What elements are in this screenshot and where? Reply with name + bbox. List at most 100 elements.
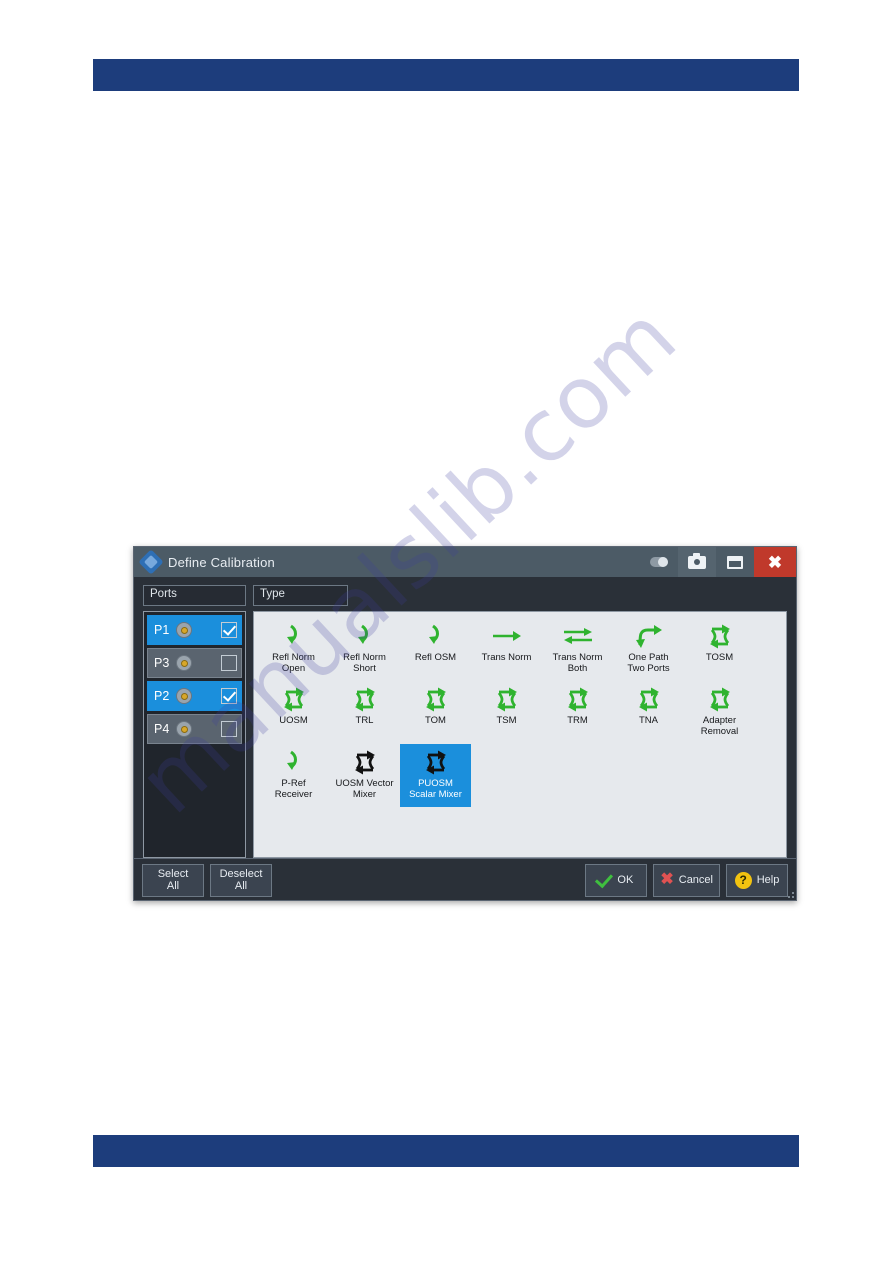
question-mark-icon: ? [734, 871, 752, 889]
page-footer-band [93, 1135, 799, 1167]
panes: P1 P3 P2 P4 Refl Norm Open Refl Norm Short Refl… [143, 611, 787, 858]
help-button[interactable]: ? Help [726, 863, 788, 897]
reflection-arrow-icon [284, 748, 304, 776]
cal-type-label: P-Ref Receiver [274, 778, 313, 800]
port-label: P4 [154, 722, 170, 736]
cal-type-refl-osm[interactable]: Refl OSM [400, 618, 471, 681]
calibration-type-row: Refl Norm Open Refl Norm Short Refl OSM Trans… [258, 618, 782, 681]
type-label: Type [253, 585, 348, 606]
port-checkbox[interactable] [221, 655, 237, 671]
cal-type-label: TOM [425, 715, 446, 726]
calibration-type-row: P-Ref Receiver UOSM Vector Mixer PUOSM Scalar… [258, 744, 782, 807]
cal-type-one-path-two-ports[interactable]: One Path Two Ports [613, 618, 684, 681]
cal-type-adapter-removal[interactable]: Adapter Removal [684, 681, 755, 744]
cal-type-trm[interactable]: TRM [542, 681, 613, 744]
cal-type-trl[interactable]: TRL [329, 681, 400, 744]
cal-type-label: TNA [639, 715, 658, 726]
cal-type-label: Refl OSM [414, 652, 457, 663]
two-port-loop-icon [423, 685, 449, 713]
two-port-loop-icon [636, 685, 662, 713]
dialog-footer: Select All Deselect All OK ✖ Cancel ? Help [134, 858, 796, 901]
port-row-p1[interactable]: P1 [147, 615, 242, 645]
restore-window-icon[interactable] [716, 547, 754, 577]
two-port-loop-icon [352, 685, 378, 713]
cal-type-refl-norm-open[interactable]: Refl Norm Open [258, 618, 329, 681]
dialog-title: Define Calibration [168, 554, 275, 570]
port-row-p4[interactable]: P4 [147, 714, 242, 744]
pane-labels: Ports Type [143, 585, 787, 606]
cal-type-tna[interactable]: TNA [613, 681, 684, 744]
cal-type-label: Trans Norm [481, 652, 532, 663]
cal-type-tom[interactable]: TOM [400, 681, 471, 744]
dialog-titlebar: Define Calibration ✖ [134, 547, 796, 577]
cal-type-label: TRL [355, 715, 374, 726]
toggle-pill-icon[interactable] [640, 547, 678, 577]
page-header-band [93, 59, 799, 91]
cal-type-label: TSM [496, 715, 517, 726]
cal-type-label: TRM [567, 715, 588, 726]
reflection-arrow-icon [284, 622, 304, 650]
cal-type-p-ref-receiver[interactable]: P-Ref Receiver [258, 744, 329, 807]
cal-type-tosm[interactable]: TOSM [684, 618, 755, 681]
ports-list: P1 P3 P2 P4 [143, 611, 246, 858]
dialog-body: Ports Type P1 P3 P2 P4 Refl Norm Open Refl No… [134, 577, 796, 858]
cal-type-label: Refl Norm Short [343, 652, 386, 674]
cal-type-label: Refl Norm Open [272, 652, 315, 674]
two-port-loop-icon [423, 748, 449, 776]
cal-type-puosm-scalar-mixer[interactable]: PUOSM Scalar Mixer [400, 744, 471, 807]
port-label: P2 [154, 689, 170, 703]
coax-connector-icon [176, 688, 192, 704]
cal-type-uosm[interactable]: UOSM [258, 681, 329, 744]
cal-type-trans-norm-both[interactable]: Trans Norm Both [542, 618, 613, 681]
cross-icon: ✖ [660, 871, 674, 888]
cal-type-tsm[interactable]: TSM [471, 681, 542, 744]
coax-connector-icon [176, 622, 192, 638]
right-arrow-icon [491, 622, 523, 650]
cal-type-label: Trans Norm Both [552, 652, 603, 674]
port-label: P3 [154, 656, 170, 670]
bidirectional-arrows-icon [562, 622, 594, 650]
close-x-icon[interactable]: ✖ [754, 547, 796, 577]
cal-type-label: UOSM Vector Mixer [335, 778, 394, 800]
two-port-loop-icon [281, 685, 307, 713]
two-port-loop-icon [707, 622, 733, 650]
rohde-schwarz-logo-icon [138, 549, 164, 575]
deselect-all-button[interactable]: Deselect All [210, 863, 272, 897]
titlebar-buttons: ✖ [640, 547, 796, 577]
cal-type-label: Adapter Removal [700, 715, 739, 737]
two-port-loop-icon [707, 685, 733, 713]
two-port-loop-icon [494, 685, 520, 713]
cancel-button-label: Cancel [678, 874, 713, 886]
port-checkbox[interactable] [221, 622, 237, 638]
cancel-button[interactable]: ✖ Cancel [653, 863, 720, 897]
calibration-type-row: UOSM TRL TOM TSM TRM TNA Adapter Removal [258, 681, 782, 744]
two-port-loop-icon [352, 748, 378, 776]
select-all-button[interactable]: Select All [142, 863, 204, 897]
port-row-p2[interactable]: P2 [147, 681, 242, 711]
coax-connector-icon [176, 721, 192, 737]
cal-type-refl-norm-short[interactable]: Refl Norm Short [329, 618, 400, 681]
check-icon [595, 869, 614, 888]
cal-type-uosm-vector-mixer[interactable]: UOSM Vector Mixer [329, 744, 400, 807]
define-calibration-dialog: Define Calibration ✖ Ports Type P1 P3 P2 P4 [133, 546, 797, 901]
two-port-loop-icon [565, 685, 591, 713]
one-path-arrow-icon [634, 622, 664, 650]
help-button-label: Help [756, 874, 780, 886]
camera-icon[interactable] [678, 547, 716, 577]
ok-button-label: OK [617, 874, 634, 886]
cal-type-trans-norm[interactable]: Trans Norm [471, 618, 542, 681]
port-label: P1 [154, 623, 170, 637]
cal-type-label: TOSM [705, 652, 734, 663]
port-row-p3[interactable]: P3 [147, 648, 242, 678]
cal-type-label: One Path Two Ports [627, 652, 670, 674]
cal-type-label: UOSM [279, 715, 308, 726]
coax-connector-icon [176, 655, 192, 671]
reflection-arrow-icon [426, 622, 446, 650]
reflection-arrow-icon [355, 622, 375, 650]
cal-type-label: PUOSM Scalar Mixer [409, 778, 462, 800]
port-checkbox[interactable] [221, 688, 237, 704]
port-checkbox[interactable] [221, 721, 237, 737]
ok-button[interactable]: OK [585, 863, 648, 897]
resize-grip[interactable] [785, 889, 794, 898]
calibration-type-grid: Refl Norm Open Refl Norm Short Refl OSM Trans… [253, 611, 787, 858]
